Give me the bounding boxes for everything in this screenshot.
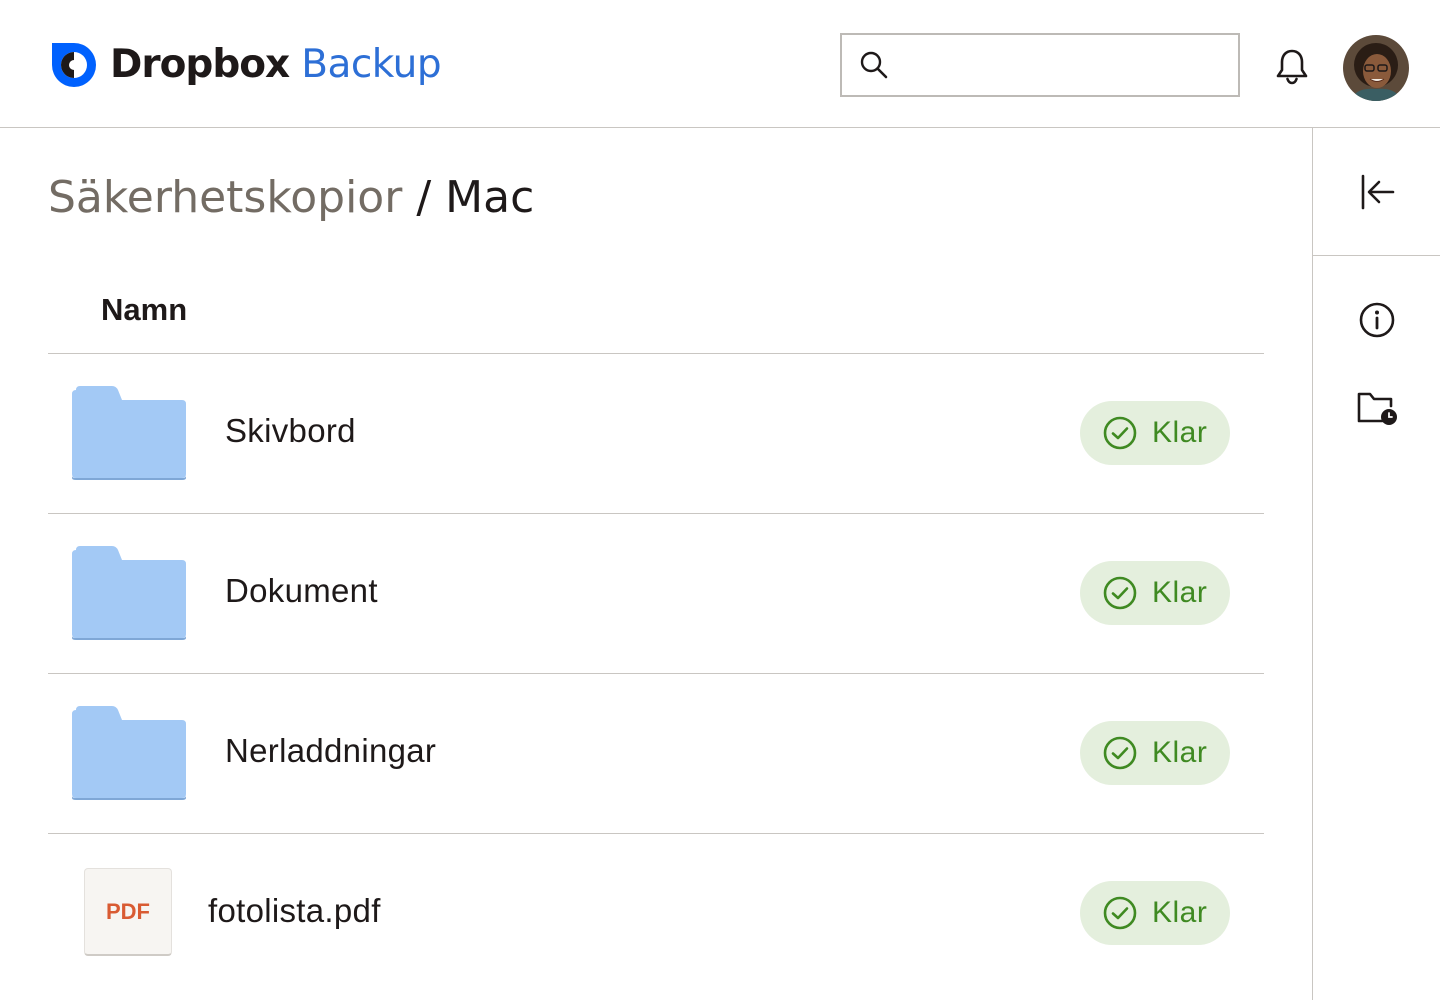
folder-clock-icon [1357,392,1397,425]
dropbox-backup-logo-icon [52,43,96,87]
main-content: Säkerhetskopior / Mac Namn Skivbord Klar [0,128,1312,1000]
file-name[interactable]: Skivbord [225,409,356,453]
folder-icon [72,546,186,640]
status-label: Klar [1152,576,1208,609]
table-row[interactable]: Dokument Klar [48,514,1264,674]
user-photo [1343,35,1409,101]
table-row[interactable]: Nerladdningar Klar [48,674,1264,834]
notifications-button[interactable] [1270,44,1314,88]
brand-name: Dropbox [110,42,290,87]
file-name[interactable]: fotolista.pdf [208,889,381,933]
table-header: Namn [48,278,1264,354]
info-button[interactable] [1353,296,1401,344]
status-badge: Klar [1080,881,1230,945]
column-header-name[interactable]: Namn [101,292,187,328]
file-name[interactable]: Nerladdningar [225,729,436,773]
breadcrumb-current: Mac [445,172,535,223]
check-circle-icon [1103,576,1137,610]
check-circle-icon [1103,896,1137,930]
check-circle-icon [1103,416,1137,450]
product-name: Backup [301,42,442,87]
rail-top-section [1313,128,1440,256]
top-bar: Dropbox Backup [0,0,1440,128]
check-circle-icon [1103,736,1137,770]
status-label: Klar [1152,416,1208,449]
app-logo[interactable]: Dropbox Backup [50,40,442,90]
search-icon [860,51,888,79]
avatar[interactable] [1343,35,1409,101]
search-box[interactable] [840,33,1240,97]
folder-icon [72,706,186,800]
status-badge: Klar [1080,401,1230,465]
collapse-left-icon [1361,174,1394,209]
file-type-badge: PDF [106,898,150,924]
table-row[interactable]: Skivbord Klar [48,354,1264,514]
info-icon [1359,302,1394,338]
status-badge: Klar [1080,721,1230,785]
search-input[interactable] [900,35,1238,95]
folder-icon [72,386,186,480]
status-label: Klar [1152,896,1208,929]
breadcrumb-separator: / [416,172,432,223]
status-badge: Klar [1080,561,1230,625]
file-list: Skivbord Klar Dokument Klar Nerladdninga… [48,354,1264,994]
right-side-panel [1312,128,1440,1000]
breadcrumb: Säkerhetskopior / Mac [48,168,534,228]
table-row[interactable]: PDF fotolista.pdf Klar [48,834,1264,994]
version-history-button[interactable] [1353,384,1401,432]
collapse-panel-button[interactable] [1353,168,1401,216]
bell-icon [1276,49,1308,85]
file-name[interactable]: Dokument [225,569,378,613]
status-label: Klar [1152,736,1208,769]
breadcrumb-parent-link[interactable]: Säkerhetskopior [48,172,402,223]
pdf-file-icon: PDF [84,868,172,956]
